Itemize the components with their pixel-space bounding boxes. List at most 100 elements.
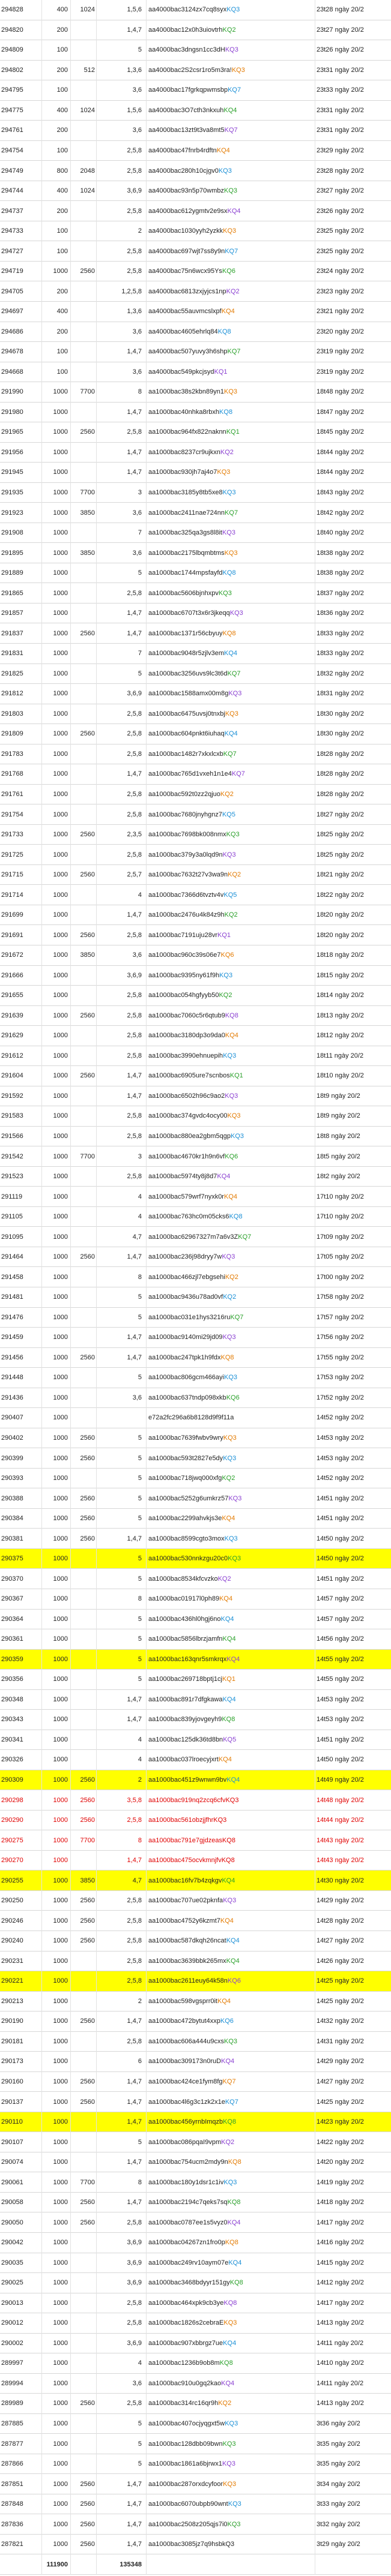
amount-cell[interactable]: 1000 (42, 2233, 69, 2253)
code-cell[interactable]: aa1000bac40nhka8rbxh KQ8 (147, 403, 317, 422)
time-cell[interactable]: 14t29 ngày 20/2 (315, 1891, 391, 1911)
payout-cell[interactable] (71, 744, 96, 764)
code-cell[interactable]: aa1000bac5856lbrzjamfn KQ4 (147, 1629, 317, 1649)
code-cell[interactable]: aa1000bac0787ee1s5vyz0 KQ4 (147, 2212, 317, 2232)
order-id-cell[interactable]: 291809 (0, 724, 41, 744)
payout-cell[interactable] (71, 1046, 96, 1066)
picks-cell[interactable]: 5 (96, 1448, 143, 1468)
code-cell[interactable]: aa1000bac2611euy64k58n KQ6 (147, 1971, 317, 1991)
amount-cell[interactable]: 1000 (42, 925, 69, 945)
payout-cell[interactable] (71, 1951, 96, 1971)
time-cell[interactable]: 14t16 ngày 20/2 (315, 2233, 391, 2253)
time-cell[interactable]: 18t20 ngày 20/2 (315, 905, 391, 925)
order-id-cell[interactable]: 291458 (0, 1267, 41, 1287)
picks-cell[interactable]: 2 (96, 221, 143, 241)
amount-cell[interactable]: 1000 (42, 865, 69, 885)
amount-cell[interactable]: 100 (42, 362, 69, 382)
order-id-cell[interactable]: 291481 (0, 1287, 41, 1307)
payout-cell[interactable] (71, 221, 96, 241)
time-cell[interactable]: 18t33 ngày 20/2 (315, 644, 391, 663)
time-cell[interactable]: 18t45 ngày 20/2 (315, 422, 391, 442)
payout-cell[interactable] (71, 764, 96, 784)
payout-cell[interactable]: 2560 (71, 1790, 96, 1810)
order-id-cell[interactable]: 291923 (0, 503, 41, 523)
code-cell[interactable]: aa1000bac6502h96c9ao2 KQ3 (147, 1086, 317, 1106)
amount-cell[interactable]: 400 (42, 302, 69, 322)
order-id-cell[interactable]: 290384 (0, 1509, 41, 1529)
order-id-cell[interactable]: 291965 (0, 422, 41, 442)
payout-cell[interactable]: 2048 (71, 161, 96, 181)
picks-cell[interactable]: 1,4,7 (96, 403, 143, 422)
order-id-cell[interactable]: 290309 (0, 1770, 41, 1790)
amount-cell[interactable]: 1000 (42, 1549, 69, 1569)
time-cell[interactable]: 14t18 ngày 20/2 (315, 2193, 391, 2212)
amount-cell[interactable]: 1000 (42, 2535, 69, 2554)
picks-cell[interactable]: 3 (96, 1146, 143, 1166)
picks-cell[interactable]: 5 (96, 1549, 143, 1569)
payout-cell[interactable] (71, 342, 96, 362)
order-id-cell[interactable]: 289994 (0, 2374, 41, 2394)
time-cell[interactable]: 14t52 ngày 20/2 (315, 1408, 391, 1428)
picks-cell[interactable]: 2,5,8 (96, 1931, 143, 1951)
time-cell[interactable]: 14t27 ngày 20/2 (315, 1931, 391, 1951)
amount-cell[interactable]: 200 (42, 20, 69, 40)
code-cell[interactable]: aa1000bac718jwq000xfg KQ2 (147, 1469, 317, 1488)
time-cell[interactable]: 23t27 ngày 20/2 (315, 20, 391, 40)
amount-cell[interactable]: 200 (42, 322, 69, 342)
payout-cell[interactable] (71, 1610, 96, 1629)
payout-cell[interactable] (71, 443, 96, 463)
order-id-cell[interactable]: 290402 (0, 1428, 41, 1448)
order-id-cell[interactable]: 291990 (0, 382, 41, 402)
payout-cell[interactable]: 2560 (71, 925, 96, 945)
time-cell[interactable]: 23t33 ngày 20/2 (315, 80, 391, 100)
amount-cell[interactable]: 1000 (42, 443, 69, 463)
picks-cell[interactable]: 2,5,8 (96, 2032, 143, 2052)
amount-cell[interactable]: 1000 (42, 2514, 69, 2534)
picks-cell[interactable]: 2,5,8 (96, 1971, 143, 1991)
order-id-cell[interactable]: 290370 (0, 1569, 41, 1589)
picks-cell[interactable]: 2,5,8 (96, 744, 143, 764)
time-cell[interactable]: 14t51 ngày 20/2 (315, 1730, 391, 1750)
picks-cell[interactable]: 8 (96, 1267, 143, 1287)
order-id-cell[interactable]: 291604 (0, 1066, 41, 1086)
order-id-cell[interactable]: 290270 (0, 1851, 41, 1871)
order-id-cell[interactable]: 290275 (0, 1830, 41, 1850)
amount-cell[interactable]: 1000 (42, 1670, 69, 1689)
code-cell[interactable]: aa1000bac637tndp098xkb KQ6 (147, 1388, 317, 1408)
amount-cell[interactable]: 1000 (42, 2414, 69, 2434)
amount-cell[interactable]: 200 (42, 281, 69, 301)
time-cell[interactable]: 18t25 ngày 20/2 (315, 825, 391, 845)
code-cell[interactable]: aa1000bac7191uju28vr KQ1 (147, 925, 317, 945)
order-id-cell[interactable]: 291566 (0, 1127, 41, 1146)
time-cell[interactable]: 18t2 ngày 20/2 (315, 1167, 391, 1187)
time-cell[interactable]: 18t32 ngày 20/2 (315, 664, 391, 684)
order-id-cell[interactable]: 294719 (0, 262, 41, 281)
time-cell[interactable]: 18t33 ngày 20/2 (315, 623, 391, 643)
payout-cell[interactable] (71, 1106, 96, 1126)
order-id-cell[interactable]: 291768 (0, 764, 41, 784)
picks-cell[interactable]: 7 (96, 644, 143, 663)
amount-cell[interactable]: 1000 (42, 503, 69, 523)
picks-cell[interactable]: 1,4,7 (96, 463, 143, 482)
payout-cell[interactable] (71, 1267, 96, 1287)
code-cell[interactable]: aa1000bac707ue02pknfa KQ3 (147, 1891, 317, 1911)
payout-cell[interactable] (71, 704, 96, 724)
payout-cell[interactable] (71, 1127, 96, 1146)
payout-cell[interactable] (71, 463, 96, 482)
code-cell[interactable]: aa1000bac180y1dsr1c1iv KQ3 (147, 2172, 317, 2192)
picks-cell[interactable]: 2,5,8 (96, 262, 143, 281)
amount-cell[interactable]: 1000 (42, 1106, 69, 1126)
time-cell[interactable]: 23t20 ngày 20/2 (315, 322, 391, 342)
time-cell[interactable]: 14t57 ngày 20/2 (315, 1589, 391, 1609)
payout-cell[interactable]: 1024 (71, 0, 96, 20)
payout-cell[interactable] (71, 1992, 96, 2011)
time-cell[interactable]: 23t28 ngày 20/2 (315, 0, 391, 20)
order-id-cell[interactable]: 290061 (0, 2172, 41, 2192)
order-id-cell[interactable]: 290221 (0, 1971, 41, 1991)
amount-cell[interactable]: 1000 (42, 966, 69, 986)
order-id-cell[interactable]: 294754 (0, 141, 41, 161)
code-cell[interactable]: aa1000bac9395ny61f9h KQ3 (147, 966, 317, 986)
picks-cell[interactable]: 1,4,7 (96, 623, 143, 643)
time-cell[interactable]: 14t32 ngày 20/2 (315, 2011, 391, 2031)
picks-cell[interactable]: 1,4,7 (96, 2494, 143, 2514)
